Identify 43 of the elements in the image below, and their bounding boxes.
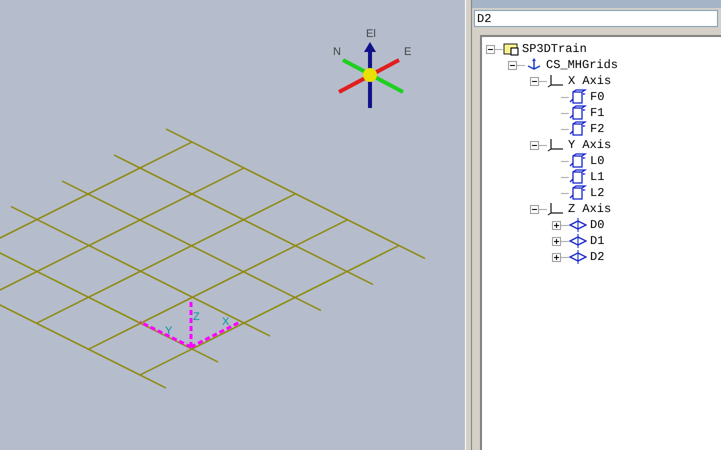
tree-item[interactable]: Y Axis bbox=[568, 138, 612, 152]
axis-label: X bbox=[222, 316, 230, 328]
collapse-toggle[interactable] bbox=[530, 76, 539, 86]
tree-item[interactable]: D2 bbox=[590, 250, 604, 264]
collapse-toggle[interactable] bbox=[530, 140, 539, 150]
grid-plane-icon bbox=[569, 89, 587, 105]
compass-label: E bbox=[404, 46, 412, 58]
axis-label: Z bbox=[193, 311, 200, 323]
tree-item[interactable]: L2 bbox=[590, 186, 604, 200]
expand-toggle[interactable] bbox=[552, 236, 561, 246]
expand-toggle[interactable] bbox=[552, 220, 561, 230]
folder-icon bbox=[503, 42, 519, 56]
collapse-toggle[interactable] bbox=[530, 204, 539, 214]
grid-plane-icon bbox=[569, 153, 587, 169]
collapse-toggle[interactable] bbox=[508, 60, 517, 70]
compass-axes-drawing bbox=[338, 42, 404, 108]
axis-label: Y bbox=[165, 325, 172, 337]
tree-item[interactable]: F1 bbox=[590, 106, 604, 120]
tree-item[interactable]: F0 bbox=[590, 90, 604, 104]
grid-plane-icon bbox=[569, 169, 587, 185]
tree-item[interactable]: L1 bbox=[590, 170, 604, 184]
tree-item[interactable]: L0 bbox=[590, 154, 604, 168]
axis-icon bbox=[547, 202, 565, 216]
axis-icon bbox=[547, 74, 565, 88]
grid-plane-icon bbox=[569, 185, 587, 201]
expand-toggle[interactable] bbox=[552, 252, 561, 262]
axis-icon bbox=[547, 138, 565, 152]
tree-item[interactable]: D0 bbox=[590, 218, 604, 232]
tree-item[interactable]: F2 bbox=[590, 122, 604, 136]
tree-item[interactable]: D1 bbox=[590, 234, 604, 248]
compass-label: El bbox=[366, 28, 376, 40]
tree-item[interactable]: CS_MHGrids bbox=[546, 58, 618, 72]
grid-plane-icon bbox=[569, 105, 587, 121]
tree-item[interactable]: SP3DTrain bbox=[522, 42, 587, 56]
grid-plane-icon bbox=[569, 121, 587, 137]
search-field[interactable]: D2 bbox=[474, 10, 718, 27]
tree-item[interactable]: Z Axis bbox=[568, 202, 612, 216]
collapse-toggle[interactable] bbox=[486, 44, 495, 54]
compass-label: N bbox=[333, 46, 341, 58]
tree-item[interactable]: X Axis bbox=[568, 74, 612, 88]
elevation-plane-icon bbox=[569, 250, 587, 264]
elevation-plane-icon bbox=[569, 234, 587, 248]
elevation-plane-icon bbox=[569, 218, 587, 232]
